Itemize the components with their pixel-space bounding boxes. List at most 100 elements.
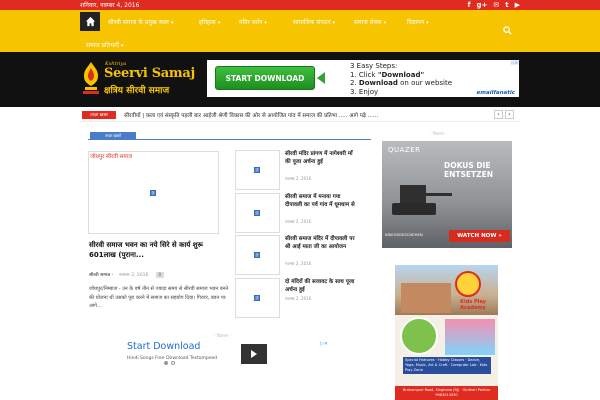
- comment-count[interactable]: 0: [155, 272, 164, 278]
- section-divider: [88, 139, 371, 140]
- list-item-thumbnail[interactable]: ?: [235, 278, 280, 318]
- nav-item-talents[interactable]: समाज प्रतिभाएँ ▾: [86, 41, 124, 49]
- ticker-prev-button[interactable]: ‹: [494, 110, 503, 119]
- academy-features: Special Features · Hobby Classes · Dance…: [403, 357, 491, 374]
- chevron-down-icon: ▾: [426, 20, 429, 26]
- twitter-icon[interactable]: t: [505, 0, 508, 10]
- list-item-date: नवम्बर 2, 2016: [285, 296, 312, 301]
- home-button[interactable]: [80, 12, 100, 31]
- header-ad[interactable]: START DOWNLOAD 3 Easy Steps: 1. Click "D…: [207, 60, 519, 97]
- academy-address: Brahampuri Road, Singhana (RJ) · Girdhar…: [395, 386, 498, 400]
- featured-excerpt: जोधपुर/निम्बाज - उन के वर्ष तीन से ज्याद…: [89, 286, 229, 309]
- google-plus-icon[interactable]: g+: [476, 0, 487, 10]
- logo-hindi-name: क्षत्रिय सीरवी समाज: [104, 86, 170, 96]
- ticker-label: ताज़ा ख़बर: [82, 111, 116, 119]
- ticker-text[interactable]: सीरवीयों | कला एवं संस्कृति पहली बार आईज…: [124, 111, 378, 119]
- youtube-icon[interactable]: ▶: [515, 0, 520, 10]
- nav-item-ads[interactable]: विज्ञापन ▾: [407, 18, 429, 26]
- bottom-ad[interactable]: Start Download Hindi Songs Free Download…: [125, 341, 330, 371]
- carousel-dots: [164, 361, 175, 365]
- list-item-thumbnail[interactable]: ?: [235, 235, 280, 275]
- carousel-dot[interactable]: [164, 361, 168, 365]
- list-item-title[interactable]: सीरवी मंदिर प्रांगण में नागेश्वरी माँ की…: [285, 150, 357, 166]
- chevron-down-icon: ▾: [332, 20, 336, 26]
- academy-logo: [455, 271, 481, 297]
- ad-label: - विज्ञापन -: [214, 333, 231, 338]
- ad-step-title: 3 Easy Steps:: [350, 62, 398, 70]
- facebook-icon[interactable]: f: [467, 0, 470, 10]
- watch-now-button[interactable]: WATCH NOW »: [449, 230, 510, 242]
- main-nav: सीरवी समाज के प्रमुख स्थल ▾ इतिहास ▾ मंदिर…: [0, 10, 600, 52]
- bottom-ad-headline[interactable]: Start Download: [127, 341, 200, 352]
- nav-item-label: सीरवी समाज के प्रमुख स्थल: [108, 19, 169, 26]
- adchoices-icon[interactable]: ▷✕: [320, 341, 328, 347]
- list-item-date: नवम्बर 2, 2016: [285, 176, 312, 181]
- current-date: शनिवार, नवम्बर 4, 2016: [80, 2, 140, 9]
- ad-brand: emailfanatic: [476, 90, 515, 96]
- nav-item-label: समाज प्रतिभाएँ: [86, 42, 120, 49]
- nav-item-places[interactable]: सीरवी समाज के प्रमुख स्थल ▾: [108, 18, 173, 26]
- image-placeholder-icon: ?: [150, 190, 156, 196]
- featured-title[interactable]: सीरवी समाज भवन का नये सिरे से कार्य शुरू…: [89, 240, 229, 260]
- chevron-down-icon: ▾: [217, 20, 221, 26]
- list-item-date: नवम्बर 2, 2016: [285, 261, 312, 266]
- image-placeholder-icon: ?: [254, 167, 260, 173]
- ad-steps: 3 Easy Steps: 1. Click "Download" 2. Dow…: [350, 62, 452, 96]
- chevron-down-icon: ▾: [383, 20, 387, 26]
- arrow-left-icon: [317, 72, 325, 84]
- sidebar-ad-documentary[interactable]: QUAZER DOKUS DIE ENTSETZEN KRIEGSGESCHEH…: [382, 141, 512, 248]
- ad-step-1: 1. Click "Download": [350, 70, 425, 79]
- list-item-date: नवम्बर 2, 2016: [285, 219, 312, 224]
- logo-name: Seervi Samaj: [104, 66, 195, 81]
- building-image: [401, 283, 451, 313]
- home-icon: [85, 16, 95, 27]
- nav-item-servants[interactable]: समाज सेवक ▾: [354, 18, 386, 26]
- emblem-icon: [83, 62, 99, 94]
- search-icon[interactable]: [503, 26, 512, 35]
- featured-thumbnail[interactable]: जोधपुर सीरवी समाज ?: [88, 151, 219, 234]
- image-placeholder-icon: ?: [254, 210, 260, 216]
- tank-silhouette: [392, 203, 436, 215]
- nav-item-label: सामाजिक संगठन: [293, 19, 331, 26]
- image-placeholder-icon: ?: [254, 295, 260, 301]
- ad-step-3: 3. Enjoy: [350, 87, 379, 96]
- play-icon: [251, 350, 257, 358]
- ticker-next-button[interactable]: ›: [505, 110, 514, 119]
- site-logo[interactable]: Kshtriya Seervi Samaj क्षत्रिय सीरवी समा…: [80, 60, 200, 102]
- start-download-button[interactable]: START DOWNLOAD: [215, 66, 315, 90]
- kids-photo: [445, 319, 495, 355]
- chevron-down-icon: ▾: [264, 20, 267, 26]
- list-item-thumbnail[interactable]: ?: [235, 193, 280, 233]
- play-button[interactable]: [241, 344, 267, 364]
- chevron-down-icon: ▾: [121, 43, 124, 49]
- nav-item-organisations[interactable]: सामाजिक संगठन ▾: [293, 18, 335, 26]
- ad-brand: QUAZER: [388, 146, 421, 154]
- image-placeholder-icon: ?: [254, 252, 260, 258]
- list-item-title[interactable]: दो मंदिरों की सजावट के साथ पूजा अर्चना ह…: [285, 278, 357, 294]
- academy-name: Kids Play Academy: [460, 299, 486, 311]
- author-name[interactable]: सीरवी समाज: [89, 273, 110, 278]
- list-item-title[interactable]: सीरवी समाज मंदिर में दीपावली पर श्री आई …: [285, 235, 357, 251]
- chevron-down-icon: ▾: [170, 20, 174, 26]
- nav-item-label: समाज सेवक: [354, 19, 382, 26]
- carousel-dot[interactable]: [171, 361, 175, 365]
- social-links: f g+ ✉ t ▶: [467, 0, 520, 10]
- nav-item-label: इतिहास: [199, 19, 216, 26]
- nav-item-history[interactable]: इतिहास ▾: [199, 18, 220, 26]
- section-label: ताज़ा ख़बरें: [90, 132, 136, 139]
- list-item-thumbnail[interactable]: ?: [235, 150, 280, 190]
- ad-headline: DOKUS DIE ENTSETZEN: [444, 161, 493, 179]
- tank-gun-silhouette: [422, 193, 452, 196]
- featured-caption: जोधपुर सीरवी समाज: [90, 154, 133, 160]
- top-bar: शनिवार, नवम्बर 4, 2016 f g+ ✉ t ▶: [0, 0, 600, 10]
- post-date: नवम्बर 2, 2016: [118, 273, 149, 278]
- list-item-title[interactable]: सीरवी समाज में मनाया गया दीपावली का पर्व…: [285, 193, 357, 209]
- news-ticker: ताज़ा ख़बर सीरवीयों | कला एवं संस्कृति प…: [80, 108, 520, 122]
- nav-item-label: विज्ञापन: [407, 19, 425, 26]
- academy-emblem: [400, 317, 438, 355]
- adchoices-icon[interactable]: ▷✕: [510, 60, 519, 65]
- featured-meta: सीरवी समाज - नवम्बर 2, 2016 0: [89, 272, 164, 278]
- mail-icon[interactable]: ✉: [493, 0, 499, 10]
- nav-item-temples[interactable]: मंदिर दर्शन ▾: [239, 18, 267, 26]
- sidebar-ad-academy[interactable]: Kids Play Academy Special Features · Hob…: [395, 265, 498, 400]
